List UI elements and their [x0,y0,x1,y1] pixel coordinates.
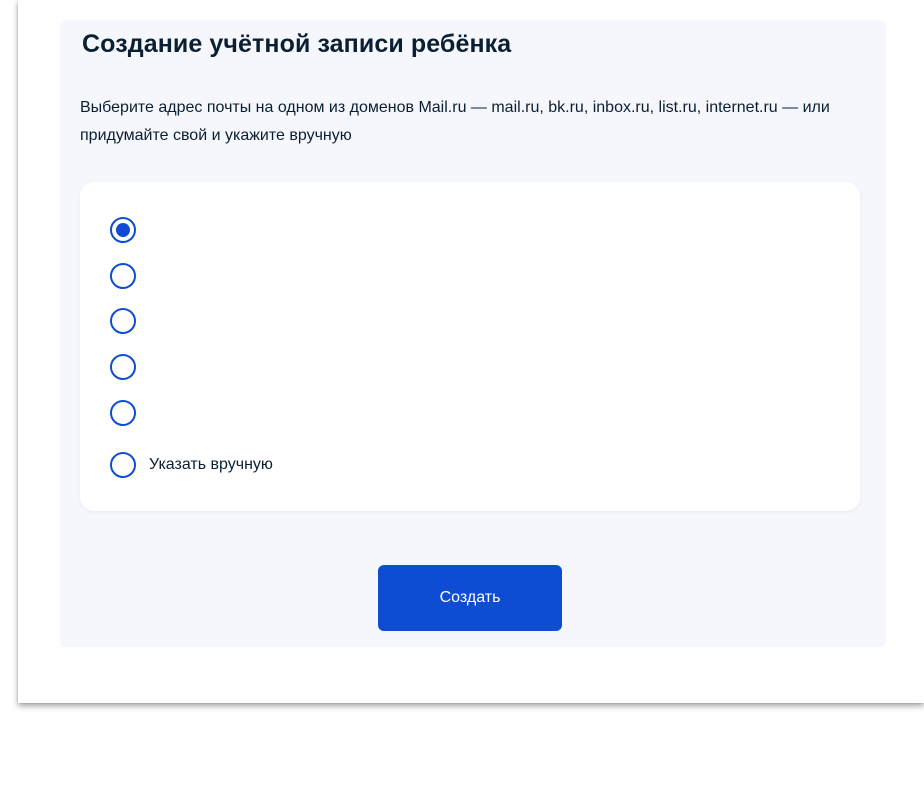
email-option-3[interactable] [110,306,149,336]
radio-button[interactable] [110,354,136,380]
email-option-1[interactable] [110,215,149,245]
email-option-5[interactable] [110,398,149,428]
radio-button[interactable] [110,263,136,289]
form-panel: Создание учётной записи ребёнка Выберите… [60,20,886,647]
radio-button[interactable] [110,400,136,426]
create-button[interactable]: Создать [378,565,562,631]
radio-button[interactable] [110,308,136,334]
email-options-card: Указать вручную [80,182,860,511]
screenshot-frame: Создание учётной записи ребёнка Выберите… [18,0,924,703]
radio-button[interactable] [110,452,136,478]
email-option-4[interactable] [110,352,149,382]
manual-entry-label: Указать вручную [149,456,273,473]
email-option-2[interactable] [110,261,149,291]
email-option-manual[interactable]: Указать вручную [110,450,273,480]
page-title: Создание учётной записи ребёнка [82,30,512,58]
form-description: Выберите адрес почты на одном из доменов… [80,99,830,144]
radio-button-checked[interactable] [110,217,136,243]
